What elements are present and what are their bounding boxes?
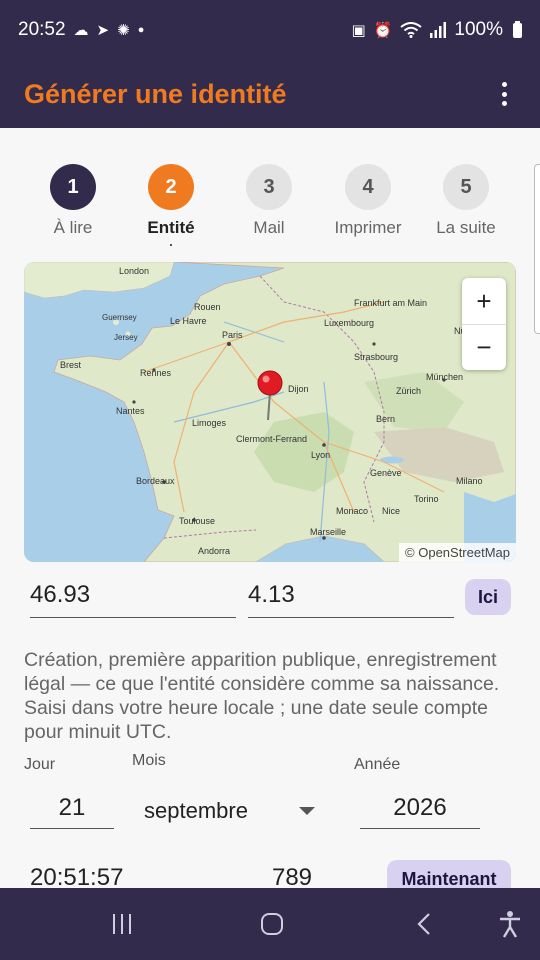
zoom-out-button[interactable]: − [462,324,506,370]
lock-app-icon: ▣ [351,21,366,39]
step-1-circle: 1 [50,164,96,210]
step-5-label: La suite [436,218,496,237]
step-2-label: Entité [147,218,195,237]
month-select-value: septembre [144,798,248,823]
step-1-label: À lire [53,218,93,237]
signal-icon [430,22,447,38]
map-label-luxembourg: Luxembourg [324,318,374,328]
map-label-london: London [119,266,149,276]
map-label-marseille: Marseille [310,527,346,537]
map-label-nice: Nice [382,506,400,516]
step-2[interactable]: 2 Entité [122,164,220,246]
battery-icon [513,20,522,38]
map-label-munchen: München [426,372,463,382]
map-label-jersey: Jersey [114,333,138,342]
home-button[interactable] [232,888,312,960]
date-description: Création, première apparition publique, … [24,649,500,743]
navigation-bar [0,888,540,960]
zoom-control: + − [462,278,506,370]
map-label-andorra: Andorra [198,546,230,556]
map-label-bern: Bern [376,414,395,424]
recents-button[interactable] [82,888,162,960]
map-tiles[interactable]: London Paris Lyon Bordeaux Toulouse Mars… [24,262,516,562]
status-bar: 20:52 ☁ ➤ ✺ ● ▣ ⏰ 100% [0,0,540,60]
cloud-icon: ☁ [73,21,89,39]
map-label-strasbourg: Strasbourg [354,352,398,362]
map-label-limoges: Limoges [192,418,227,428]
home-icon [261,913,283,935]
map-label-brest: Brest [60,360,82,370]
year-label: Année [354,756,401,773]
here-button[interactable]: Ici [465,579,511,615]
map-label-clermont: Clermont-Ferrand [236,434,307,444]
zoom-in-button[interactable]: + [462,278,506,324]
step-3-label: Mail [253,218,285,237]
back-button[interactable] [384,888,464,960]
step-4-label: Imprimer [334,218,402,237]
map-label-torino: Torino [414,494,439,504]
scroll-indicator[interactable] [534,164,540,334]
year-input[interactable]: 2026 [360,794,480,829]
map-label-bordeaux: Bordeaux [136,476,175,486]
day-label: Jour [24,756,56,773]
map-label-paris: Paris [222,330,243,340]
map-attribution[interactable]: © OpenStreetMap [399,543,516,562]
status-time: 20:52 [18,19,66,40]
map-label-rennes: Rennes [140,368,172,378]
map-label-nantes: Nantes [116,406,145,416]
map-label-monaco: Monaco [336,506,368,516]
map-label-zurich: Zürich [396,386,421,396]
map-label-frankfurt: Frankfurt am Main [354,298,427,308]
map-label-guernsey: Guernsey [102,313,137,322]
time-input[interactable]: 20:51:57 [30,864,160,888]
step-active-indicator [170,244,172,246]
step-4[interactable]: 4 Imprimer [319,164,417,238]
step-5-circle: 5 [443,164,489,210]
latitude-input[interactable] [30,576,236,618]
back-icon [417,913,430,935]
overflow-menu-icon[interactable] [492,79,516,109]
month-select[interactable]: septembre [144,796,319,826]
accessibility-button[interactable] [470,888,540,960]
map-label-geneve: Genève [370,468,402,478]
map-label-rouen: Rouen [194,302,221,312]
step-1[interactable]: 1 À lire [24,164,122,238]
map-label-dijon: Dijon [288,384,309,394]
map-label-lehavre: Le Havre [170,316,207,326]
longitude-input[interactable] [248,576,454,618]
map-view[interactable]: London Paris Lyon Bordeaux Toulouse Mars… [24,262,516,562]
day-input[interactable]: 21 [30,794,114,829]
app-bar: Générer une identité [0,60,540,128]
step-5[interactable]: 5 La suite [417,164,515,238]
accessibility-icon [500,911,520,938]
step-2-circle: 2 [148,164,194,210]
stepper: 1 À lire 2 Entité 3 Mail 4 Imprimer 5 La… [24,164,516,254]
dot-icon: ● [137,23,145,36]
wifi-icon [400,22,423,38]
now-button[interactable]: Maintenant [387,860,511,888]
step-4-circle: 4 [345,164,391,210]
battery-percent: 100% [454,19,503,40]
page-title: Générer une identité [24,78,287,109]
status-right: ▣ ⏰ 100% [352,19,522,41]
month-label: Mois [132,752,166,769]
map-label-milano: Milano [456,476,483,486]
telegram-icon: ➤ [96,21,110,39]
milliseconds-input[interactable]: 789 [252,864,332,888]
map-label-lyon: Lyon [311,450,330,460]
chevron-down-icon [299,807,315,815]
step-3[interactable]: 3 Mail [220,164,318,238]
recents-icon [113,914,131,934]
alarm-icon: ⏰ [373,21,393,39]
step-3-circle: 3 [246,164,292,210]
status-left: 20:52 ☁ ➤ ✺ ● [18,19,352,41]
content[interactable]: 1 À lire 2 Entité 3 Mail 4 Imprimer 5 La… [0,128,540,888]
gear-badge-icon: ✺ [117,21,130,39]
map-label-toulouse: Toulouse [179,516,215,526]
